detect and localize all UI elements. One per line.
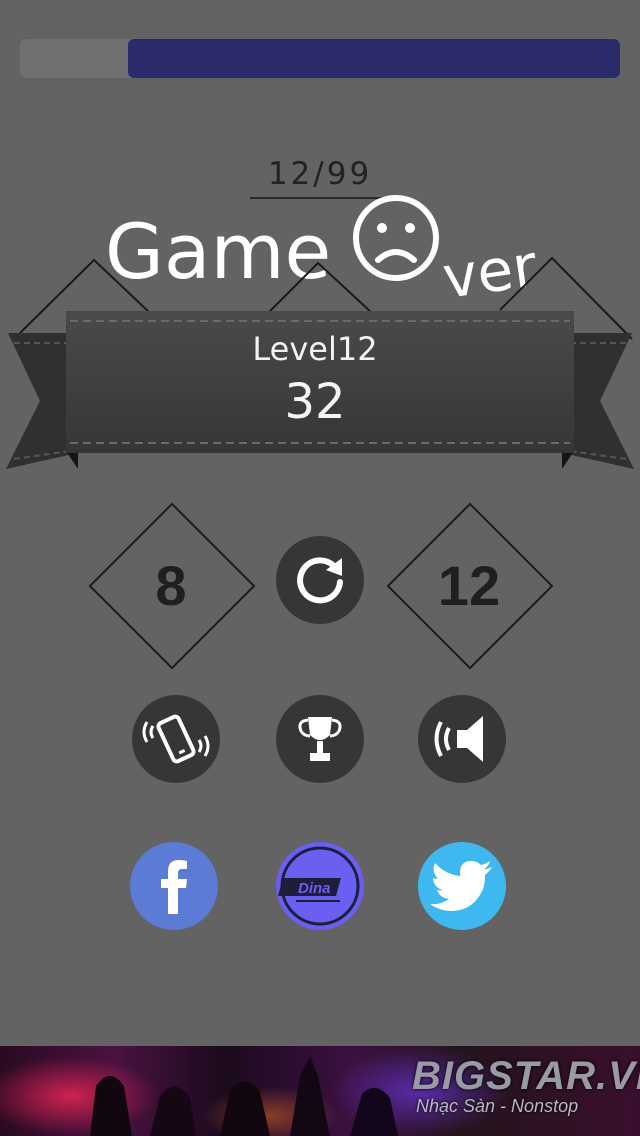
facebook-button[interactable]: [130, 842, 218, 930]
sound-button[interactable]: [418, 695, 506, 783]
facebook-icon: [161, 860, 187, 914]
twitter-icon: [430, 861, 492, 911]
twitter-button[interactable]: [418, 842, 506, 930]
vibrate-button[interactable]: [132, 695, 220, 783]
progress-fill: [128, 39, 620, 78]
dina-logo-icon: Dina: [278, 846, 360, 926]
leaderboard-button[interactable]: [276, 695, 364, 783]
trophy-icon: [298, 717, 342, 761]
progress-bar: [20, 39, 620, 78]
retry-icon: [297, 557, 343, 604]
retry-button[interactable]: [276, 536, 364, 624]
ad-tagline-text: Nhạc Sàn - Nonstop: [416, 1096, 579, 1116]
right-stat-value: 12: [437, 553, 501, 617]
left-stat-value: 8: [155, 553, 187, 617]
level-label: Level12: [252, 330, 378, 368]
speaker-icon: [434, 716, 483, 762]
score-value: 32: [284, 374, 346, 430]
left-stat-diamond: 8: [88, 502, 256, 670]
brand-logo-button[interactable]: Dina: [276, 842, 364, 930]
brand-logo-text: Dina: [298, 880, 331, 897]
ad-brand-text: BIGSTAR.VN: [412, 1054, 640, 1098]
right-stat-diamond: 12: [386, 502, 554, 670]
vibrate-icon: [142, 714, 210, 764]
